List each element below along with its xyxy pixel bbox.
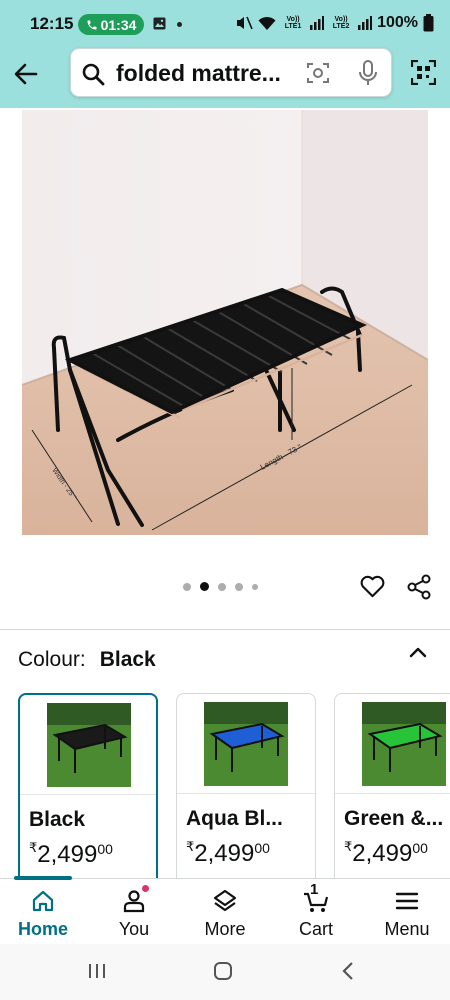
- colour-selected-value: Black: [99, 648, 156, 671]
- network-1-label: Vo)) LTE1: [284, 16, 302, 30]
- nav-you-label: You: [118, 919, 150, 939]
- battery-percent: 100%: [377, 14, 418, 31]
- swatch-name: Green &...: [344, 807, 444, 830]
- cart-count-badge: 1: [310, 881, 319, 898]
- qr-scan-icon[interactable]: [411, 60, 436, 85]
- swatch-price: ₹2,49900: [344, 839, 428, 867]
- swatch-separator: [20, 794, 156, 795]
- carousel-dot[interactable]: [252, 583, 258, 590]
- camera-lens-icon[interactable]: [306, 61, 330, 85]
- phone-icon: [87, 20, 97, 29]
- wishlist-heart-icon[interactable]: [359, 573, 386, 600]
- notification-dot: [177, 22, 182, 27]
- battery-icon: [423, 14, 434, 32]
- call-timer: 01:34: [100, 16, 137, 33]
- section-divider: [0, 629, 450, 630]
- system-navigation-bar: [0, 944, 450, 1000]
- swatch-price: ₹2,49900: [186, 839, 270, 867]
- home-button-icon[interactable]: [213, 961, 233, 981]
- gallery-icon: [153, 17, 166, 30]
- carousel-dot-active[interactable]: [200, 582, 209, 591]
- swatch-name: Black: [29, 808, 86, 831]
- system-back-icon[interactable]: [340, 961, 356, 981]
- carousel-dot[interactable]: [183, 582, 191, 591]
- call-indicator[interactable]: 01:34: [78, 14, 144, 35]
- carousel-dot[interactable]: [235, 582, 243, 591]
- menu-icon: [395, 892, 419, 910]
- search-header: folded mattre...: [0, 48, 450, 108]
- recent-apps-icon[interactable]: [87, 961, 107, 981]
- home-icon: [32, 890, 54, 912]
- network-2-label: Vo)) LTE2: [332, 16, 350, 30]
- chevron-up-icon[interactable]: [406, 643, 430, 661]
- swatch-separator: [335, 793, 450, 794]
- carousel-dot[interactable]: [218, 582, 226, 591]
- swatch-name: Aqua Bl...: [186, 807, 283, 830]
- colour-swatch-aqua-blue[interactable]: Aqua Bl... ₹2,49900: [176, 693, 316, 893]
- notification-badge: [142, 885, 149, 892]
- colour-swatch-black[interactable]: Black ₹2,49900: [18, 693, 158, 893]
- search-input[interactable]: folded mattre...: [70, 48, 392, 97]
- swatch-price: ₹2,49900: [29, 840, 113, 868]
- colour-swatch-green[interactable]: Green &... ₹2,49900: [334, 693, 450, 893]
- search-query: folded mattre...: [116, 60, 281, 86]
- status-time: 12:15: [30, 14, 74, 33]
- folding-bed-photo: Width - 25 " Length - 73 ": [22, 110, 428, 535]
- layers-icon: [213, 889, 237, 912]
- nav-more-label: More: [204, 919, 246, 939]
- swatch-separator: [177, 793, 315, 794]
- nav-home[interactable]: Home: [3, 887, 83, 940]
- status-bar: 12:15 01:34 Vo)) LTE1 Vo)) LTE2 100%: [0, 0, 450, 48]
- product-page: 12:15 01:34 Vo)) LTE1 Vo)) LTE2 100% fol…: [0, 0, 450, 1000]
- swatch-thumbnail: [362, 702, 446, 786]
- swatch-thumbnail: [204, 702, 288, 786]
- share-icon[interactable]: [406, 574, 432, 600]
- mute-icon: [237, 16, 253, 30]
- nav-home-label: Home: [17, 919, 68, 939]
- search-icon: [82, 63, 105, 86]
- swatch-thumbnail: [47, 703, 131, 787]
- colour-label: Colour:: [18, 648, 86, 671]
- active-tab-indicator: [14, 876, 72, 880]
- status-indicators: Vo)) LTE1 Vo)) LTE2 100%: [235, 14, 434, 32]
- colour-selector-label: Colour: Black: [18, 648, 156, 672]
- signal-icon: [310, 16, 325, 30]
- product-image[interactable]: Width - 25 " Length - 73 ": [22, 110, 428, 535]
- nav-more[interactable]: More: [185, 887, 265, 940]
- mic-icon[interactable]: [358, 60, 378, 86]
- nav-you[interactable]: You: [94, 885, 174, 940]
- wifi-icon: [258, 16, 276, 30]
- image-carousel-dots[interactable]: [183, 582, 258, 591]
- back-arrow-icon[interactable]: [10, 58, 42, 90]
- signal-icon: [358, 16, 373, 30]
